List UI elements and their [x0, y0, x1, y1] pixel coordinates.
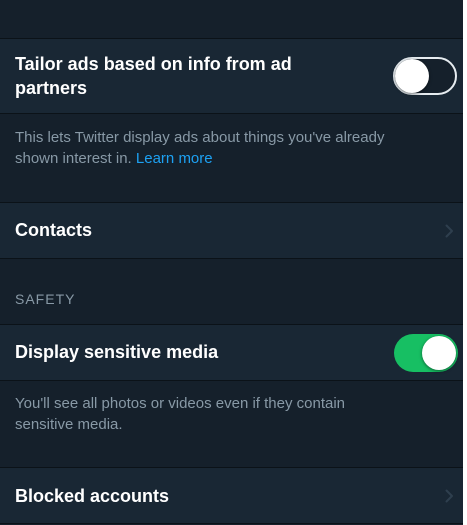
toggle-knob: [422, 336, 456, 370]
tailor-ads-toggle[interactable]: [393, 57, 457, 95]
tailor-ads-label: Tailor ads based on info from ad partner…: [15, 52, 292, 100]
divider: [0, 523, 463, 524]
tailor-ads-description-line2: shown interest in.: [15, 150, 132, 167]
tailor-ads-description-line1: This lets Twitter display ads about thin…: [15, 129, 385, 146]
page-edge: [463, 0, 467, 525]
divider: [0, 258, 463, 259]
divider: [0, 380, 463, 381]
display-sensitive-media-toggle[interactable]: [394, 334, 458, 372]
contacts-row[interactable]: Contacts: [0, 203, 463, 258]
tailor-ads-label-line2: partners: [15, 78, 88, 98]
display-sensitive-media-description: You'll see all photos or videos even if …: [15, 393, 435, 435]
learn-more-link[interactable]: Learn more: [136, 150, 213, 167]
sensitive-media-description-line1: You'll see all photos or videos even if …: [15, 395, 346, 412]
blocked-accounts-label: Blocked accounts: [15, 486, 170, 506]
tailor-ads-description: This lets Twitter display ads about thin…: [15, 127, 435, 169]
contacts-label: Contacts: [15, 220, 93, 240]
chevron-right-icon: [445, 489, 453, 503]
tailor-ads-label-line1: Tailor ads based on info from ad: [15, 54, 292, 74]
toggle-knob: [395, 59, 429, 93]
tailor-ads-row[interactable]: Tailor ads based on info from ad partner…: [0, 39, 463, 113]
chevron-right-icon: [445, 224, 453, 238]
display-sensitive-media-row[interactable]: Display sensitive media: [0, 325, 463, 380]
sensitive-media-description-line2: sensitive media.: [15, 416, 123, 433]
blocked-accounts-row[interactable]: Blocked accounts: [0, 468, 463, 523]
settings-screen: Tailor ads based on info from ad partner…: [0, 0, 463, 525]
divider: [0, 113, 463, 114]
section-header-safety: SAFETY: [15, 291, 76, 307]
display-sensitive-media-label: Display sensitive media: [15, 342, 219, 362]
